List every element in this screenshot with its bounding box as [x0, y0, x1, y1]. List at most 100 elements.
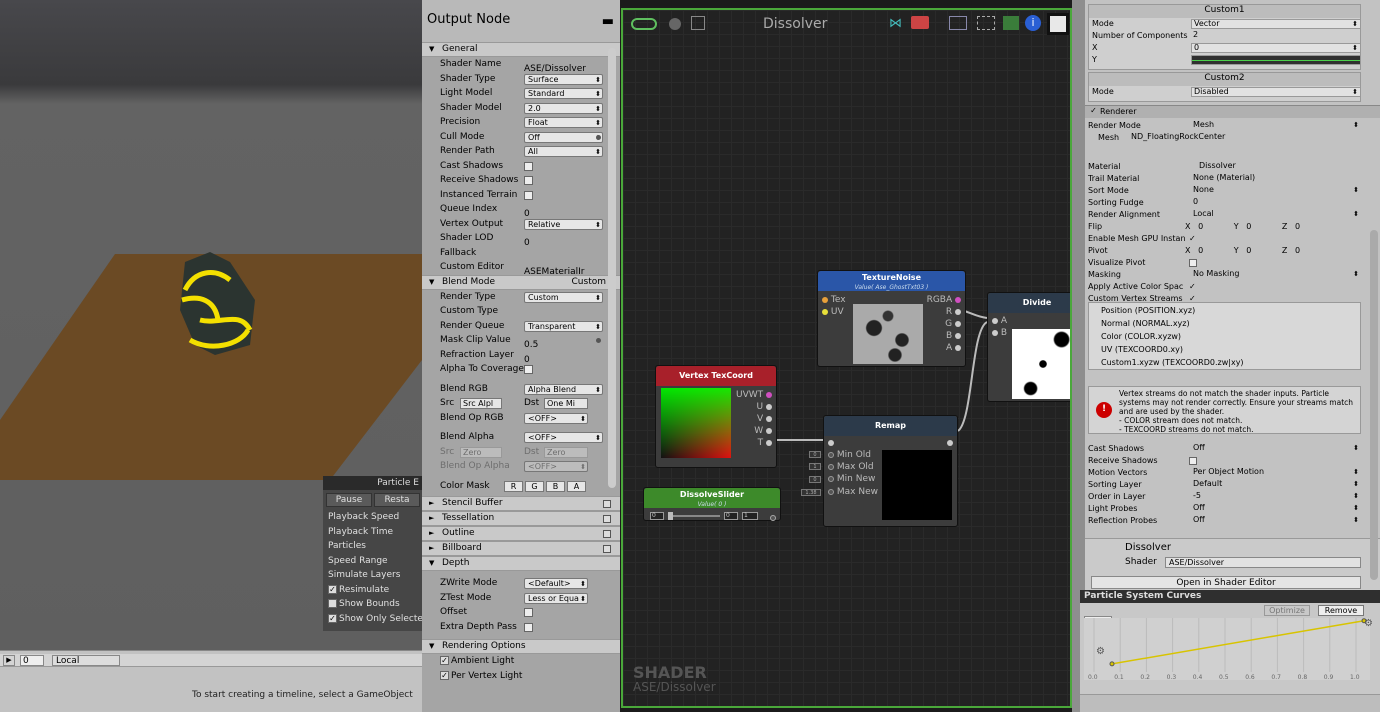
port-r[interactable]: R: [946, 307, 961, 317]
port-tex[interactable]: Tex: [822, 295, 846, 305]
port-max-new[interactable]: Max New: [828, 487, 878, 497]
mask-b-button[interactable]: B: [546, 480, 565, 492]
section-outline[interactable]: Outline: [422, 526, 620, 541]
stream-item[interactable]: Position (POSITION.xyz): [1089, 305, 1360, 318]
output-scrollbar[interactable]: [608, 48, 616, 488]
node-divide[interactable]: Divide A B: [987, 292, 1070, 402]
row-dropdown[interactable]: Surface: [524, 73, 603, 85]
frame-field[interactable]: 0: [20, 655, 44, 666]
inspector-scrollbar[interactable]: [1370, 230, 1378, 580]
section-rendering-options[interactable]: Rendering Options: [422, 639, 620, 654]
blend-alpha-dropdown[interactable]: <OFF>: [524, 432, 603, 443]
port-divide-b[interactable]: B: [992, 328, 1007, 338]
blend-mode-value[interactable]: Custom: [572, 276, 606, 289]
port-min-old[interactable]: Min Old: [828, 450, 871, 460]
custom1-x-field[interactable]: 0: [1191, 43, 1361, 53]
port-max-old[interactable]: Max Old: [828, 462, 874, 472]
custom1-mode-dropdown[interactable]: Vector: [1191, 19, 1361, 29]
node-texture-noise[interactable]: TextureNoise Value( Ase_GhostTxt03 ) Tex …: [817, 270, 966, 367]
offset-checkbox[interactable]: [524, 608, 533, 617]
row-dropdown[interactable]: Float: [524, 117, 603, 128]
slider-max-field[interactable]: 1: [742, 512, 758, 520]
ambient-light-row[interactable]: ✓ Ambient Light: [422, 654, 620, 669]
row-checkbox[interactable]: [524, 365, 533, 374]
custom2-mode-dropdown[interactable]: Disabled: [1191, 87, 1361, 97]
material-field[interactable]: Dissolver: [1191, 162, 1361, 172]
curve-key[interactable]: [1109, 661, 1115, 667]
resimulate-toggle[interactable]: ✓ Resimulate: [323, 583, 422, 598]
tessellation-toggle[interactable]: [603, 515, 611, 523]
pivot-xyz[interactable]: X 0 Y 0 Z 0: [1185, 245, 1300, 256]
slider-track[interactable]: [668, 515, 720, 517]
flip-xyz[interactable]: X 0 Y 0 Z 0: [1185, 221, 1300, 232]
minimize-icon[interactable]: ▬: [602, 14, 614, 29]
remap-chip-min-new[interactable]: 0: [809, 476, 821, 483]
port-b[interactable]: B: [946, 331, 961, 341]
node-dissolve-slider[interactable]: DissolveSlider Value( 0 ) 0 0 1: [643, 487, 781, 521]
open-shader-editor-button[interactable]: Open in Shader Editor: [1091, 576, 1361, 589]
trail-material-field[interactable]: None (Material): [1191, 174, 1361, 184]
remove-button[interactable]: Remove: [1318, 605, 1364, 616]
sorting-fudge-field[interactable]: 0: [1191, 198, 1361, 208]
gear-icon[interactable]: ⚙: [1364, 618, 1373, 629]
slider-value-field[interactable]: 0: [724, 512, 738, 520]
port-remap-in[interactable]: [828, 438, 834, 448]
port-rgba[interactable]: RGBA: [927, 295, 961, 305]
play-icon[interactable]: ▶: [3, 655, 15, 666]
shader-graph-canvas[interactable]: Dissolver ⋈ i TextureNoise Value( Ase_Gho…: [621, 8, 1072, 708]
billboard-toggle[interactable]: [603, 545, 611, 553]
row-dropdown[interactable]: Standard: [524, 88, 603, 99]
visualize-pivot-checkbox[interactable]: [1189, 259, 1197, 267]
section-tessellation[interactable]: Tessellation: [422, 511, 620, 526]
mask-a-button[interactable]: A: [567, 480, 586, 492]
stream-item[interactable]: UV (TEXCOORD0.xy): [1089, 344, 1360, 357]
mask-r-button[interactable]: R: [504, 480, 523, 492]
row-checkbox[interactable]: [524, 161, 533, 171]
port-slider-out[interactable]: [770, 513, 776, 522]
ztest-dropdown[interactable]: Less or Equa: [524, 592, 588, 604]
port-uvwt[interactable]: UVWT: [736, 390, 772, 400]
node-vertex-texcoord[interactable]: Vertex TexCoord UVWT U V W T: [655, 365, 777, 468]
masking-dropdown[interactable]: No Masking: [1191, 270, 1361, 280]
custom1-y-curve[interactable]: [1191, 55, 1361, 65]
section-depth[interactable]: Depth: [422, 556, 620, 571]
space-dropdown[interactable]: Local: [52, 655, 120, 666]
port-divide-a[interactable]: A: [992, 316, 1007, 326]
row-dropdown[interactable]: Off: [1191, 504, 1361, 514]
src-dropdown[interactable]: Src Alpl: [460, 398, 502, 409]
row-dropdown[interactable]: All: [524, 146, 603, 157]
row-dropdown[interactable]: Off: [524, 131, 603, 143]
render-alignment-dropdown[interactable]: Local: [1191, 210, 1361, 220]
outline-toggle[interactable]: [603, 530, 611, 538]
section-blend-mode[interactable]: Blend Mode Custom: [422, 274, 620, 290]
dst-dropdown[interactable]: One Mi: [544, 398, 588, 409]
shader-dropdown[interactable]: ASE/Dissolver: [1165, 557, 1361, 568]
gear-icon[interactable]: ⚙: [1096, 646, 1105, 657]
blend-op-rgb-dropdown[interactable]: <OFF>: [524, 412, 588, 424]
port-a[interactable]: A: [946, 343, 961, 353]
row-checkbox[interactable]: [524, 190, 533, 200]
row-dropdown[interactable]: Default: [1191, 480, 1361, 490]
port-min-new[interactable]: Min New: [828, 474, 875, 484]
inline-property-icon[interactable]: [596, 338, 601, 343]
remap-chip-max-new[interactable]: 1.38: [801, 489, 821, 496]
remap-chip-max-old[interactable]: 1: [809, 463, 821, 470]
custom1-components-value[interactable]: 2: [1191, 31, 1361, 41]
section-general[interactable]: General: [422, 42, 620, 57]
check-icon[interactable]: ✓: [1189, 233, 1196, 244]
renderer-header[interactable]: ✓ Renderer: [1085, 105, 1380, 118]
remap-chip-min-old[interactable]: 0: [809, 451, 821, 458]
render-mode-dropdown[interactable]: Mesh: [1191, 121, 1361, 131]
per-vertex-light-row[interactable]: ✓ Per Vertex Light: [422, 669, 620, 684]
curve-editor[interactable]: 0.0 0.1 0.2 0.3 0.4 0.5 0.6 0.7 0.8 0.9 1.0: [1084, 618, 1370, 680]
stream-item[interactable]: Color (COLOR.xyzw): [1089, 331, 1360, 344]
port-v[interactable]: V: [757, 414, 772, 424]
port-t[interactable]: T: [758, 438, 772, 448]
sort-mode-dropdown[interactable]: None: [1191, 186, 1361, 196]
section-billboard[interactable]: Billboard: [422, 541, 620, 556]
row-dropdown[interactable]: Off: [1191, 444, 1361, 454]
port-u[interactable]: U: [757, 402, 772, 412]
blend-rgb-dropdown[interactable]: Alpha Blend: [524, 383, 603, 395]
mask-g-button[interactable]: G: [525, 480, 544, 492]
inline-property-icon[interactable]: [596, 134, 601, 140]
